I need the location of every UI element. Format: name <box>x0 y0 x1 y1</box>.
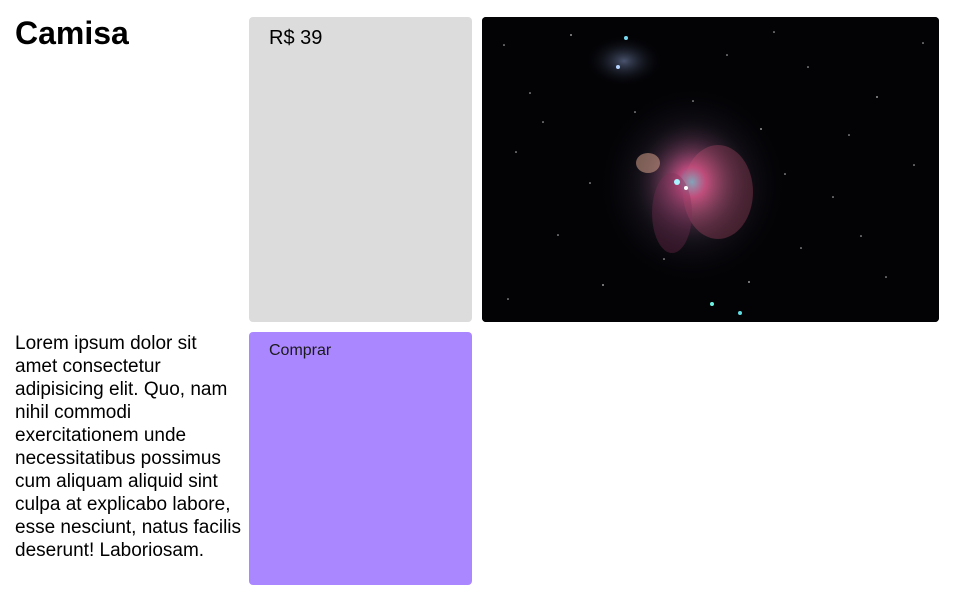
buy-button[interactable]: Comprar <box>249 332 472 585</box>
product-title: Camisa <box>15 15 129 51</box>
nebula-image <box>482 17 939 322</box>
product-price: R$ 39 <box>269 27 323 49</box>
buy-button-label: Comprar <box>269 342 332 359</box>
price-card: R$ 39 <box>249 17 472 322</box>
product-description: Lorem ipsum dolor sit amet consectetur a… <box>15 333 242 561</box>
product-page: Camisa R$ 39 Lorem ipsum dolor sit amet … <box>0 0 957 613</box>
product-image <box>482 17 939 322</box>
